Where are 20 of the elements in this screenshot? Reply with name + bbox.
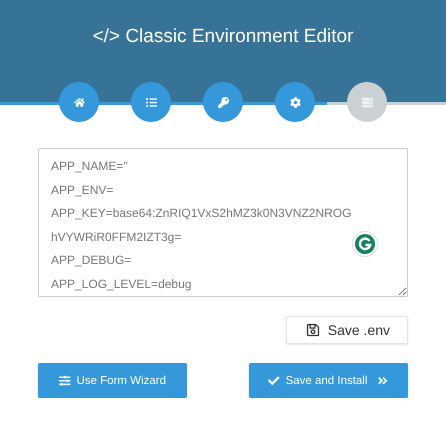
key-icon xyxy=(218,96,228,108)
page-title: </> Classic Environment Editor xyxy=(92,26,354,49)
list-step-button[interactable] xyxy=(131,82,171,122)
key-step-button[interactable] xyxy=(203,82,243,122)
form-wizard-button[interactable]: Use Form Wizard xyxy=(38,363,187,398)
save-icon xyxy=(306,323,320,337)
home-step-button[interactable] xyxy=(59,82,99,122)
save-install-button[interactable]: Save and Install xyxy=(249,363,408,398)
env-editor-field[interactable]: APP_NAME='' APP_ENV= APP_KEY=base64:ZnRIQ1VxS2hMZ3k0N3VNZ2NROGhVYWRiR0FFM2IZT3g= APP_DEBUG= APP_LOG_LEVEL=debug xyxy=(38,148,408,297)
save-env-button[interactable]: Save .env xyxy=(286,316,408,344)
list-icon xyxy=(146,96,156,108)
grammar-check-icon[interactable] xyxy=(352,231,378,257)
server-icon xyxy=(362,96,372,108)
home-icon xyxy=(74,96,84,108)
sliders-icon xyxy=(59,374,71,386)
double-chevron-icon xyxy=(377,374,389,386)
cog-step-button[interactable] xyxy=(275,82,315,122)
server-step-button[interactable] xyxy=(347,82,387,122)
check-icon xyxy=(268,374,280,386)
cog-icon xyxy=(290,96,300,108)
